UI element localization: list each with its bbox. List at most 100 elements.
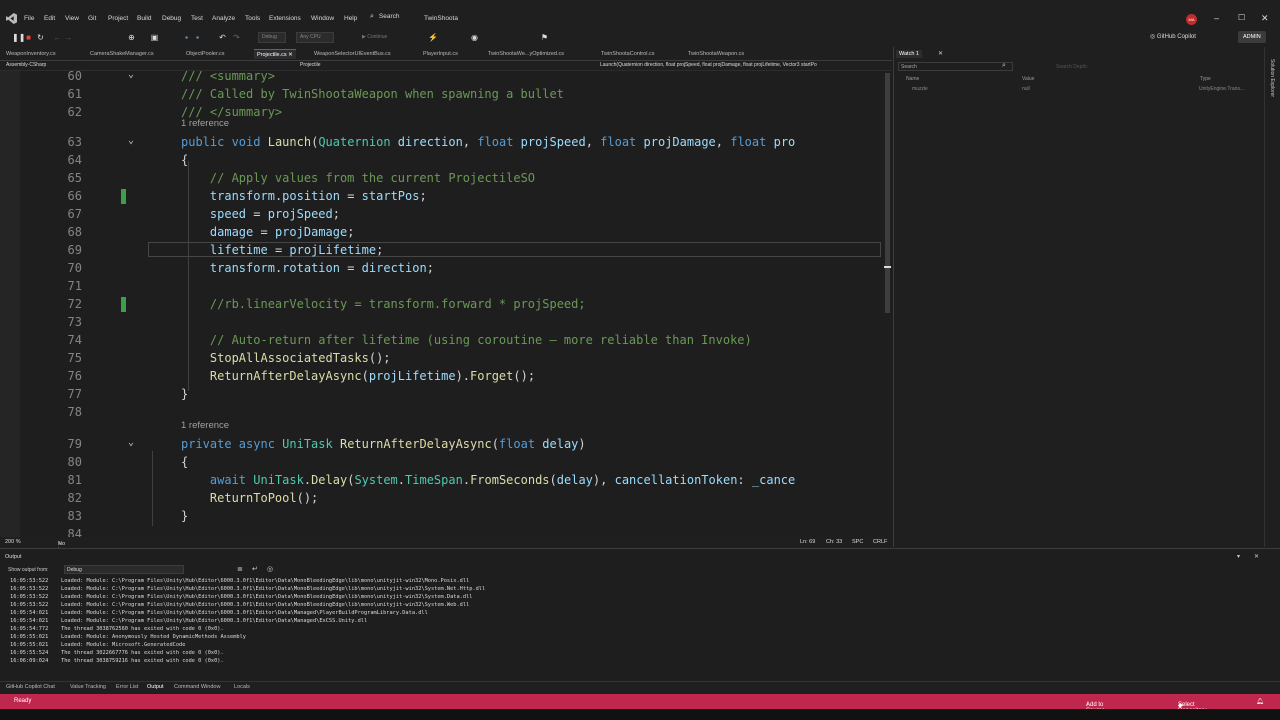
document-tab[interactable]: TwinShootaControl.cs — [601, 49, 655, 59]
code-line[interactable]: 78 — [0, 403, 892, 421]
menu-edit[interactable]: Edit — [44, 15, 55, 22]
code-line[interactable]: 63 ⌄ public void Launch(Quaternion directi… — [0, 133, 892, 151]
line-ending-mode[interactable]: CRLF — [873, 539, 887, 545]
solution-explorer-strip[interactable]: Solution Explorer — [1264, 47, 1280, 547]
code-editor[interactable]: 60 ⌄ /// <summary> 61 /// Called by TwinShoo… — [0, 71, 892, 537]
code-line[interactable]: 74 // Auto-return after lifetime (using … — [0, 331, 892, 349]
menu-file[interactable]: File — [24, 15, 34, 22]
document-tab[interactable]: CameraShakeManager.cs — [90, 49, 154, 59]
tool-tab[interactable]: Value Tracking — [70, 684, 106, 690]
reference-count-hint[interactable]: 1 reference — [181, 118, 229, 129]
code-line[interactable]: 61 /// Called by TwinShootaWeapon when sp… — [0, 85, 892, 103]
code-line[interactable]: 77} — [0, 385, 892, 403]
menu-view[interactable]: View — [65, 15, 79, 22]
tool-tab[interactable]: GitHub Copilot Chat — [6, 684, 55, 690]
watch-close-icon[interactable]: ✕ — [938, 50, 943, 57]
code-line[interactable]: 70 transform.rotation = direction; — [0, 259, 892, 277]
menu-window[interactable]: Window — [311, 15, 334, 22]
undo-icon[interactable]: ↶ — [218, 33, 227, 42]
project-dropdown[interactable]: Assembly-CSharp — [6, 62, 46, 68]
document-tab[interactable]: WeaponInventory.cs — [6, 49, 56, 59]
code-line[interactable]: 71 — [0, 277, 892, 295]
tool-tab[interactable]: Output — [147, 684, 164, 690]
stop-icon[interactable]: ■ — [24, 33, 33, 42]
watch-tab[interactable]: Watch 1 — [896, 50, 922, 58]
find-icon[interactable]: ◎ — [267, 565, 273, 573]
maximize-icon[interactable]: ☐ — [1238, 13, 1245, 22]
copilot-button[interactable]: ◎ GitHub Copilot — [1150, 33, 1196, 40]
document-tab[interactable]: PlayerInput.cs — [423, 49, 458, 59]
code-line[interactable]: 60 ⌄ /// <summary> — [0, 71, 892, 85]
menu-project[interactable]: Project — [108, 15, 128, 22]
tool-tab[interactable]: Error List — [116, 684, 138, 690]
whitespace-mode[interactable]: SPC — [852, 539, 863, 545]
tab-close-icon[interactable]: ✕ — [287, 52, 293, 58]
code-line[interactable]: 62 /// </summary> — [0, 103, 892, 121]
output-close-icon[interactable]: ✕ — [1254, 553, 1259, 560]
fold-chevron-icon[interactable]: ⌄ — [128, 71, 134, 80]
reference-count-hint[interactable]: 1 reference — [181, 420, 229, 431]
menu-extensions[interactable]: Extensions — [269, 15, 301, 22]
redo-icon[interactable]: ↷ — [232, 33, 241, 42]
continue-button[interactable]: ▶ Continue — [362, 34, 387, 40]
menu-build[interactable]: Build — [137, 15, 151, 22]
tool-tab[interactable]: Command Window — [174, 684, 220, 690]
menu-help[interactable]: Help — [344, 15, 357, 22]
document-tab[interactable]: TwinShootaWeapon.cs — [688, 49, 744, 59]
forward-icon[interactable]: → — [64, 33, 73, 42]
menu-debug[interactable]: Debug — [162, 15, 181, 22]
code-line[interactable]: 66 transform.position = startPos; — [0, 187, 892, 205]
menu-git[interactable]: Git — [88, 15, 96, 22]
code-line[interactable]: 73 — [0, 313, 892, 331]
open-icon[interactable]: ▣ — [150, 33, 159, 42]
code-line[interactable]: 84 — [0, 525, 892, 537]
code-line[interactable]: 64{ — [0, 151, 892, 169]
platform-select[interactable]: Any CPU — [296, 32, 334, 43]
pause-icon[interactable]: ❚❚ — [12, 33, 25, 42]
save-all-icon[interactable]: ▪ — [193, 33, 202, 42]
editor-vertical-scrollbar[interactable] — [883, 71, 892, 537]
code-line[interactable]: 83} — [0, 507, 892, 525]
solution-explorer-tab[interactable]: Solution Explorer — [1269, 59, 1275, 97]
code-line[interactable]: 65 // Apply values from the current Proj… — [0, 169, 892, 187]
code-line[interactable]: 80 { — [0, 453, 892, 471]
class-dropdown[interactable]: Projectile — [300, 62, 321, 68]
notifications-icon[interactable]: 🔔︎ — [1256, 698, 1264, 705]
word-wrap-icon[interactable]: ↵ — [252, 565, 258, 573]
code-line[interactable]: 79 ⌄ private async UniTask ReturnAfterDela… — [0, 435, 892, 453]
close-icon[interactable]: ✕ — [1261, 13, 1269, 24]
document-tab[interactable]: WeaponSelectorUIEventBus.cs — [314, 49, 391, 59]
menu-tools[interactable]: Tools — [245, 15, 260, 22]
config-select[interactable]: Debug — [258, 32, 286, 43]
code-line[interactable]: 69 lifetime = projLifetime; — [0, 241, 892, 259]
member-dropdown[interactable]: Launch(Quaternion direction, float projS… — [600, 62, 876, 68]
tool-tab[interactable]: Locals — [234, 684, 250, 690]
global-search[interactable]: ⌕ Search — [370, 13, 399, 21]
document-tab[interactable]: Projectile.cs ✕ — [254, 49, 296, 59]
output-source-select[interactable]: Debug — [64, 565, 184, 574]
hot-reload-icon[interactable]: ⚡ — [428, 33, 438, 42]
save-icon[interactable]: ▪ — [182, 33, 191, 42]
code-line[interactable]: 82 ReturnToPool(); — [0, 489, 892, 507]
bookmark-icon[interactable]: ⚑ — [540, 33, 549, 42]
restart-icon[interactable]: ↻ — [36, 33, 45, 42]
code-line[interactable]: 68 damage = projDamage; — [0, 223, 892, 241]
code-line[interactable]: 75 StopAllAssociatedTasks(); — [0, 349, 892, 367]
document-tab[interactable]: TwinShootaWe...yOptimized.cs — [488, 49, 564, 59]
menu-test[interactable]: Test — [191, 15, 203, 22]
code-line[interactable]: 81 await UniTask.Delay(System.TimeSpan.F… — [0, 471, 892, 489]
scroll-thumb[interactable] — [885, 73, 890, 313]
breakpoint-icon[interactable]: ◉ — [470, 33, 479, 42]
zoom-level[interactable]: 200 % — [5, 539, 21, 545]
minimize-icon[interactable]: – — [1214, 13, 1219, 23]
back-icon[interactable]: ← — [53, 33, 62, 42]
menu-analyze[interactable]: Analyze — [212, 15, 235, 22]
fold-chevron-icon[interactable]: ⌄ — [128, 135, 134, 146]
document-tab[interactable]: ObjectPooler.cs — [186, 49, 225, 59]
clear-icon[interactable]: ≣ — [237, 565, 243, 573]
watch-search-input[interactable]: Search — [898, 62, 1013, 71]
pin-icon[interactable]: ▾ — [1237, 553, 1240, 560]
code-line[interactable]: 67 speed = projSpeed; — [0, 205, 892, 223]
code-line[interactable]: 76 ReturnAfterDelayAsync(projLifetime).F… — [0, 367, 892, 385]
new-item-icon[interactable]: ⊕ — [127, 33, 136, 42]
